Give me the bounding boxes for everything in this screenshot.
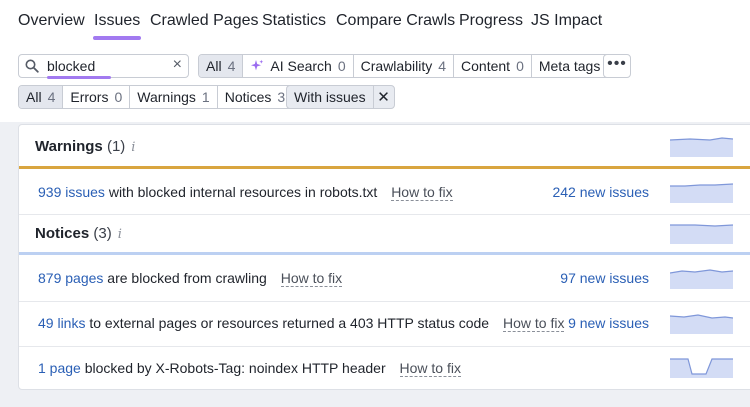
issues-card: Warnings (1) i 939 issues with blocked in… bbox=[18, 124, 750, 390]
issue-description: to external pages or resources returned … bbox=[89, 315, 490, 331]
issue-description: blocked by X-Robots-Tag: noindex HTTP he… bbox=[84, 360, 386, 376]
severity-all[interactable]: All 4 bbox=[19, 86, 64, 108]
info-icon[interactable]: i bbox=[131, 140, 135, 155]
search-input[interactable]: blocked × bbox=[18, 54, 189, 79]
notices-trend-sparkline bbox=[670, 224, 733, 244]
sparkle-icon bbox=[251, 59, 264, 71]
issue-count-link[interactable]: 1 page bbox=[38, 360, 81, 376]
search-highlight bbox=[47, 76, 111, 79]
new-issues-link[interactable]: 242 new issues bbox=[552, 184, 649, 200]
filter-bar: blocked × All 4 AI Search 0 Crawlability 4 … bbox=[0, 41, 750, 122]
tab-crawled-pages[interactable]: Crawled Pages bbox=[150, 12, 259, 30]
with-issues-label: With issues bbox=[287, 86, 374, 108]
issue-trend-sparkline bbox=[670, 314, 733, 334]
new-issues-link[interactable]: 9 new issues bbox=[568, 315, 649, 331]
warnings-divider bbox=[19, 166, 750, 169]
issue-trend-sparkline bbox=[670, 269, 733, 289]
issue-count-link[interactable]: 879 pages bbox=[38, 270, 103, 286]
row-divider bbox=[19, 301, 750, 302]
tab-statistics[interactable]: Statistics bbox=[262, 12, 326, 30]
how-to-fix-link[interactable]: How to fix bbox=[399, 360, 461, 377]
severity-errors[interactable]: Errors 0 bbox=[63, 86, 131, 108]
issue-count-link[interactable]: 49 links bbox=[38, 315, 85, 331]
category-all[interactable]: All 4 bbox=[199, 55, 244, 77]
issue-row: 1 page blocked by X-Robots-Tag: noindex … bbox=[38, 360, 461, 377]
how-to-fix-link[interactable]: How to fix bbox=[503, 315, 565, 332]
notices-header: Notices (3) i bbox=[35, 225, 122, 242]
new-issues-link[interactable]: 97 new issues bbox=[560, 270, 649, 286]
category-filter: All 4 AI Search 0 Crawlability 4 Content 0 M… bbox=[198, 54, 623, 78]
close-icon[interactable]: × bbox=[173, 56, 182, 74]
issue-row: 879 pages are blocked from crawling How … bbox=[38, 270, 343, 287]
how-to-fix-link[interactable]: How to fix bbox=[280, 270, 343, 287]
info-icon[interactable]: i bbox=[118, 227, 122, 242]
category-crawlability[interactable]: Crawlability 4 bbox=[354, 55, 455, 77]
tab-overview[interactable]: Overview bbox=[18, 12, 85, 30]
row-divider bbox=[19, 214, 750, 215]
tab-js-impact[interactable]: JS Impact bbox=[531, 12, 602, 30]
row-divider bbox=[19, 346, 750, 347]
issue-row: 49 links to external pages or resources … bbox=[38, 315, 565, 332]
issue-trend-sparkline bbox=[670, 183, 733, 203]
how-to-fix-link[interactable]: How to fix bbox=[391, 184, 453, 201]
issue-description: with blocked internal resources in robot… bbox=[108, 184, 378, 200]
search-icon bbox=[25, 59, 39, 73]
severity-warnings[interactable]: Warnings 1 bbox=[130, 86, 218, 108]
tab-issues[interactable]: Issues bbox=[92, 12, 142, 40]
search-value: blocked bbox=[47, 58, 96, 74]
warnings-header: Warnings (1) i bbox=[35, 138, 136, 155]
top-navigation: Overview Issues Crawled Pages Statistics… bbox=[0, 0, 750, 42]
category-content[interactable]: Content 0 bbox=[454, 55, 532, 77]
issue-trend-sparkline bbox=[670, 358, 733, 378]
issue-row: 939 issues with blocked internal resourc… bbox=[38, 184, 453, 201]
issue-description: are blocked from crawling bbox=[107, 270, 267, 286]
warnings-trend-sparkline bbox=[670, 137, 733, 157]
tab-progress[interactable]: Progress bbox=[459, 12, 523, 30]
more-horizontal-icon[interactable]: ••• bbox=[603, 54, 631, 78]
tab-compare-crawls[interactable]: Compare Crawls bbox=[336, 12, 455, 30]
with-issues-chip[interactable]: With issues ✕ bbox=[286, 85, 395, 109]
notices-divider bbox=[19, 252, 750, 255]
category-ai-search[interactable]: AI Search 0 bbox=[243, 55, 354, 77]
issue-count-link[interactable]: 939 issues bbox=[38, 184, 105, 200]
severity-filter: All 4 Errors 0 Warnings 1 Notices 3 bbox=[18, 85, 294, 109]
severity-notices[interactable]: Notices 3 bbox=[218, 86, 292, 108]
close-icon[interactable]: ✕ bbox=[374, 88, 394, 106]
